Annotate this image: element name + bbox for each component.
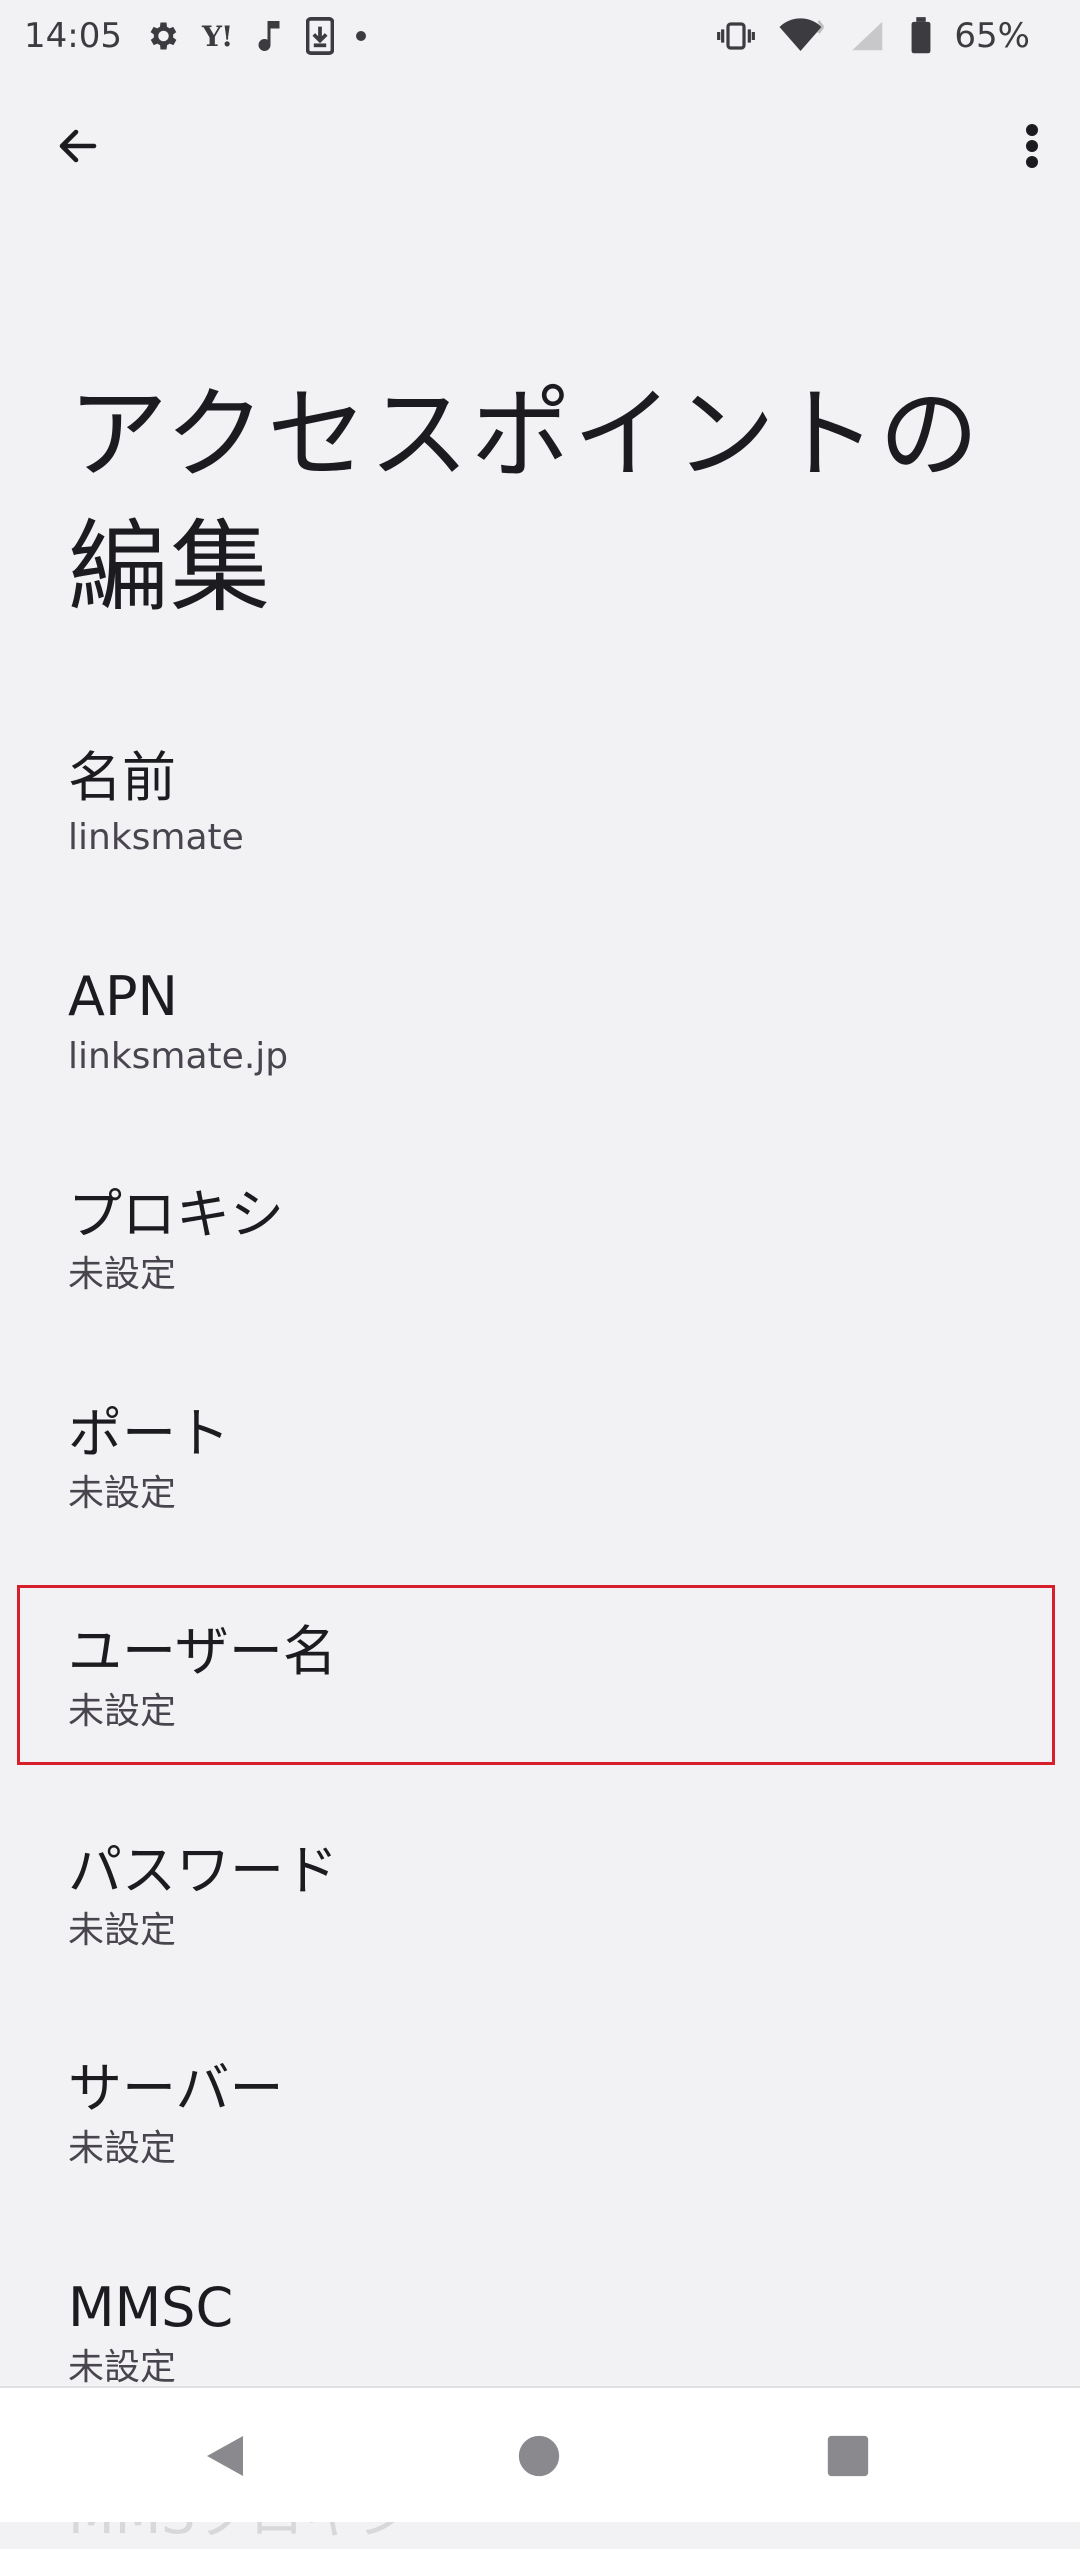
pref-summary: linksmate	[68, 817, 244, 858]
pref-title: ポート	[68, 1401, 230, 1465]
pref-proxy[interactable]: プロキシ 未設定	[0, 1157, 1080, 1376]
back-button[interactable]	[38, 114, 118, 182]
settings-icon	[144, 18, 180, 54]
pref-summary: 未設定	[68, 1254, 177, 1295]
dot-icon	[356, 31, 367, 41]
battery-icon	[910, 17, 932, 55]
status-bar: 14:05 Y! 65%	[0, 0, 1080, 72]
signal-icon	[848, 18, 888, 54]
status-left: 14:05 Y!	[24, 16, 367, 56]
yahoo-icon: Y!	[201, 19, 233, 53]
pref-title: サーバー	[68, 2057, 284, 2120]
page-title: アクセスポイントの編集	[68, 376, 981, 626]
pref-server[interactable]: サーバー 未設定	[0, 2031, 1080, 2250]
square-recents-icon	[826, 2434, 870, 2482]
battery-percent: 65%	[954, 16, 1030, 56]
pref-title: 名前	[68, 746, 176, 809]
pref-summary: linksmate.jp	[68, 1035, 289, 1077]
wifi-icon	[778, 18, 826, 54]
triangle-back-icon	[203, 2432, 247, 2484]
more-vert-icon	[1024, 122, 1040, 174]
nav-back-button[interactable]	[165, 2408, 285, 2508]
pref-title: MMSC	[68, 2275, 234, 2339]
pref-title: パスワード	[68, 1838, 338, 1902]
pref-password[interactable]: パスワード 未設定	[0, 1813, 1080, 2032]
pref-apn[interactable]: APN linksmate.jp	[0, 939, 1080, 1158]
music-note-icon	[254, 18, 284, 54]
pref-title: APN	[68, 964, 178, 1028]
pref-port[interactable]: ポート 未設定	[0, 1376, 1080, 1595]
pref-summary: 未設定	[68, 2346, 177, 2388]
navigation-bar	[0, 2386, 1080, 2522]
status-right: 65%	[716, 16, 1030, 56]
highlight-box	[17, 1585, 1055, 1765]
more-options-button[interactable]	[1002, 114, 1062, 182]
pref-title: プロキシ	[68, 1183, 284, 1246]
circle-home-icon	[517, 2434, 561, 2482]
vibrate-icon	[716, 20, 756, 52]
pref-name[interactable]: 名前 linksmate	[0, 720, 1080, 939]
pref-summary: 未設定	[68, 2128, 177, 2169]
pref-summary: 未設定	[68, 1909, 177, 1951]
toolbar	[0, 100, 1080, 196]
pref-summary: 未設定	[68, 1472, 177, 1514]
nav-home-button[interactable]	[479, 2408, 599, 2508]
download-icon	[306, 17, 335, 55]
status-time: 14:05	[24, 16, 122, 56]
nav-recents-button[interactable]	[788, 2408, 908, 2508]
arrow-left-icon	[54, 122, 102, 174]
